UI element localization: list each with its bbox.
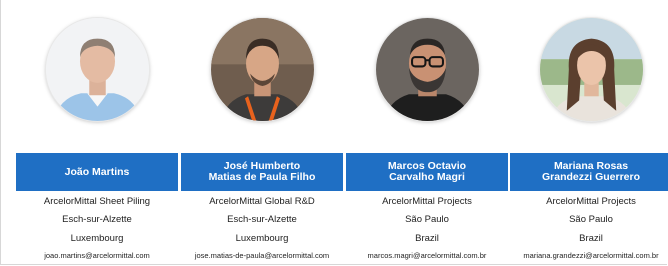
name-bar: Marcos Octavio Carvalho Magri: [346, 153, 508, 191]
email-label: jose.matias-de-paula@arcelormittal.com: [194, 251, 330, 260]
contact-card-marcos-magri: Marcos Octavio Carvalho Magri ArcelorMit…: [346, 0, 508, 266]
city-label: São Paulo: [569, 214, 613, 225]
email-label: marcos.magri@arcelormittal.com.br: [367, 251, 487, 260]
country-label: Brazil: [415, 233, 439, 244]
person-portrait-icon: [46, 18, 149, 121]
person-name-line: Carvalho Magri: [389, 171, 465, 183]
city-label: São Paulo: [405, 214, 449, 225]
profile-photo-marcos-magri: [376, 18, 479, 121]
name-bar: João Martins: [16, 153, 178, 191]
contact-cards: João Martins ArcelorMittal Sheet Piling …: [16, 0, 668, 266]
company-label: ArcelorMittal Global R&D: [209, 196, 315, 207]
person-portrait-icon: [211, 18, 314, 121]
city-label: Esch-sur-Alzette: [62, 214, 132, 225]
company-label: ArcelorMittal Sheet Piling: [43, 196, 151, 207]
profile-photo-jose-humberto: [211, 18, 314, 121]
person-portrait-icon: [540, 18, 643, 121]
person-name-line: Grandezzi Guerrero: [541, 171, 641, 183]
contact-card-jose-humberto: José Humberto Matias de Paula Filho Arce…: [181, 0, 343, 266]
contact-card-joao-martins: João Martins ArcelorMittal Sheet Piling …: [16, 0, 178, 266]
email-label: joao.martins@arcelormittal.com: [44, 251, 150, 260]
person-name-line: Matias de Paula Filho: [208, 171, 316, 183]
country-label: Luxembourg: [235, 233, 289, 244]
country-label: Luxembourg: [70, 233, 124, 244]
person-portrait-icon: [376, 18, 479, 121]
email-label: mariana.grandezzi@arcelormittal.com.br: [523, 251, 659, 260]
profile-photo-mariana-guerrero: [540, 18, 643, 121]
city-label: Esch-sur-Alzette: [227, 214, 297, 225]
country-label: Brazil: [579, 233, 603, 244]
company-label: ArcelorMittal Projects: [382, 196, 472, 207]
name-bar: Mariana Rosas Grandezzi Guerrero: [510, 153, 668, 191]
profile-photo-joao-martins: [46, 18, 149, 121]
person-name-line: João Martins: [64, 165, 130, 178]
contact-card-mariana-guerrero: Mariana Rosas Grandezzi Guerrero Arcelor…: [510, 0, 668, 266]
company-label: ArcelorMittal Projects: [546, 196, 636, 207]
name-bar: José Humberto Matias de Paula Filho: [181, 153, 343, 191]
